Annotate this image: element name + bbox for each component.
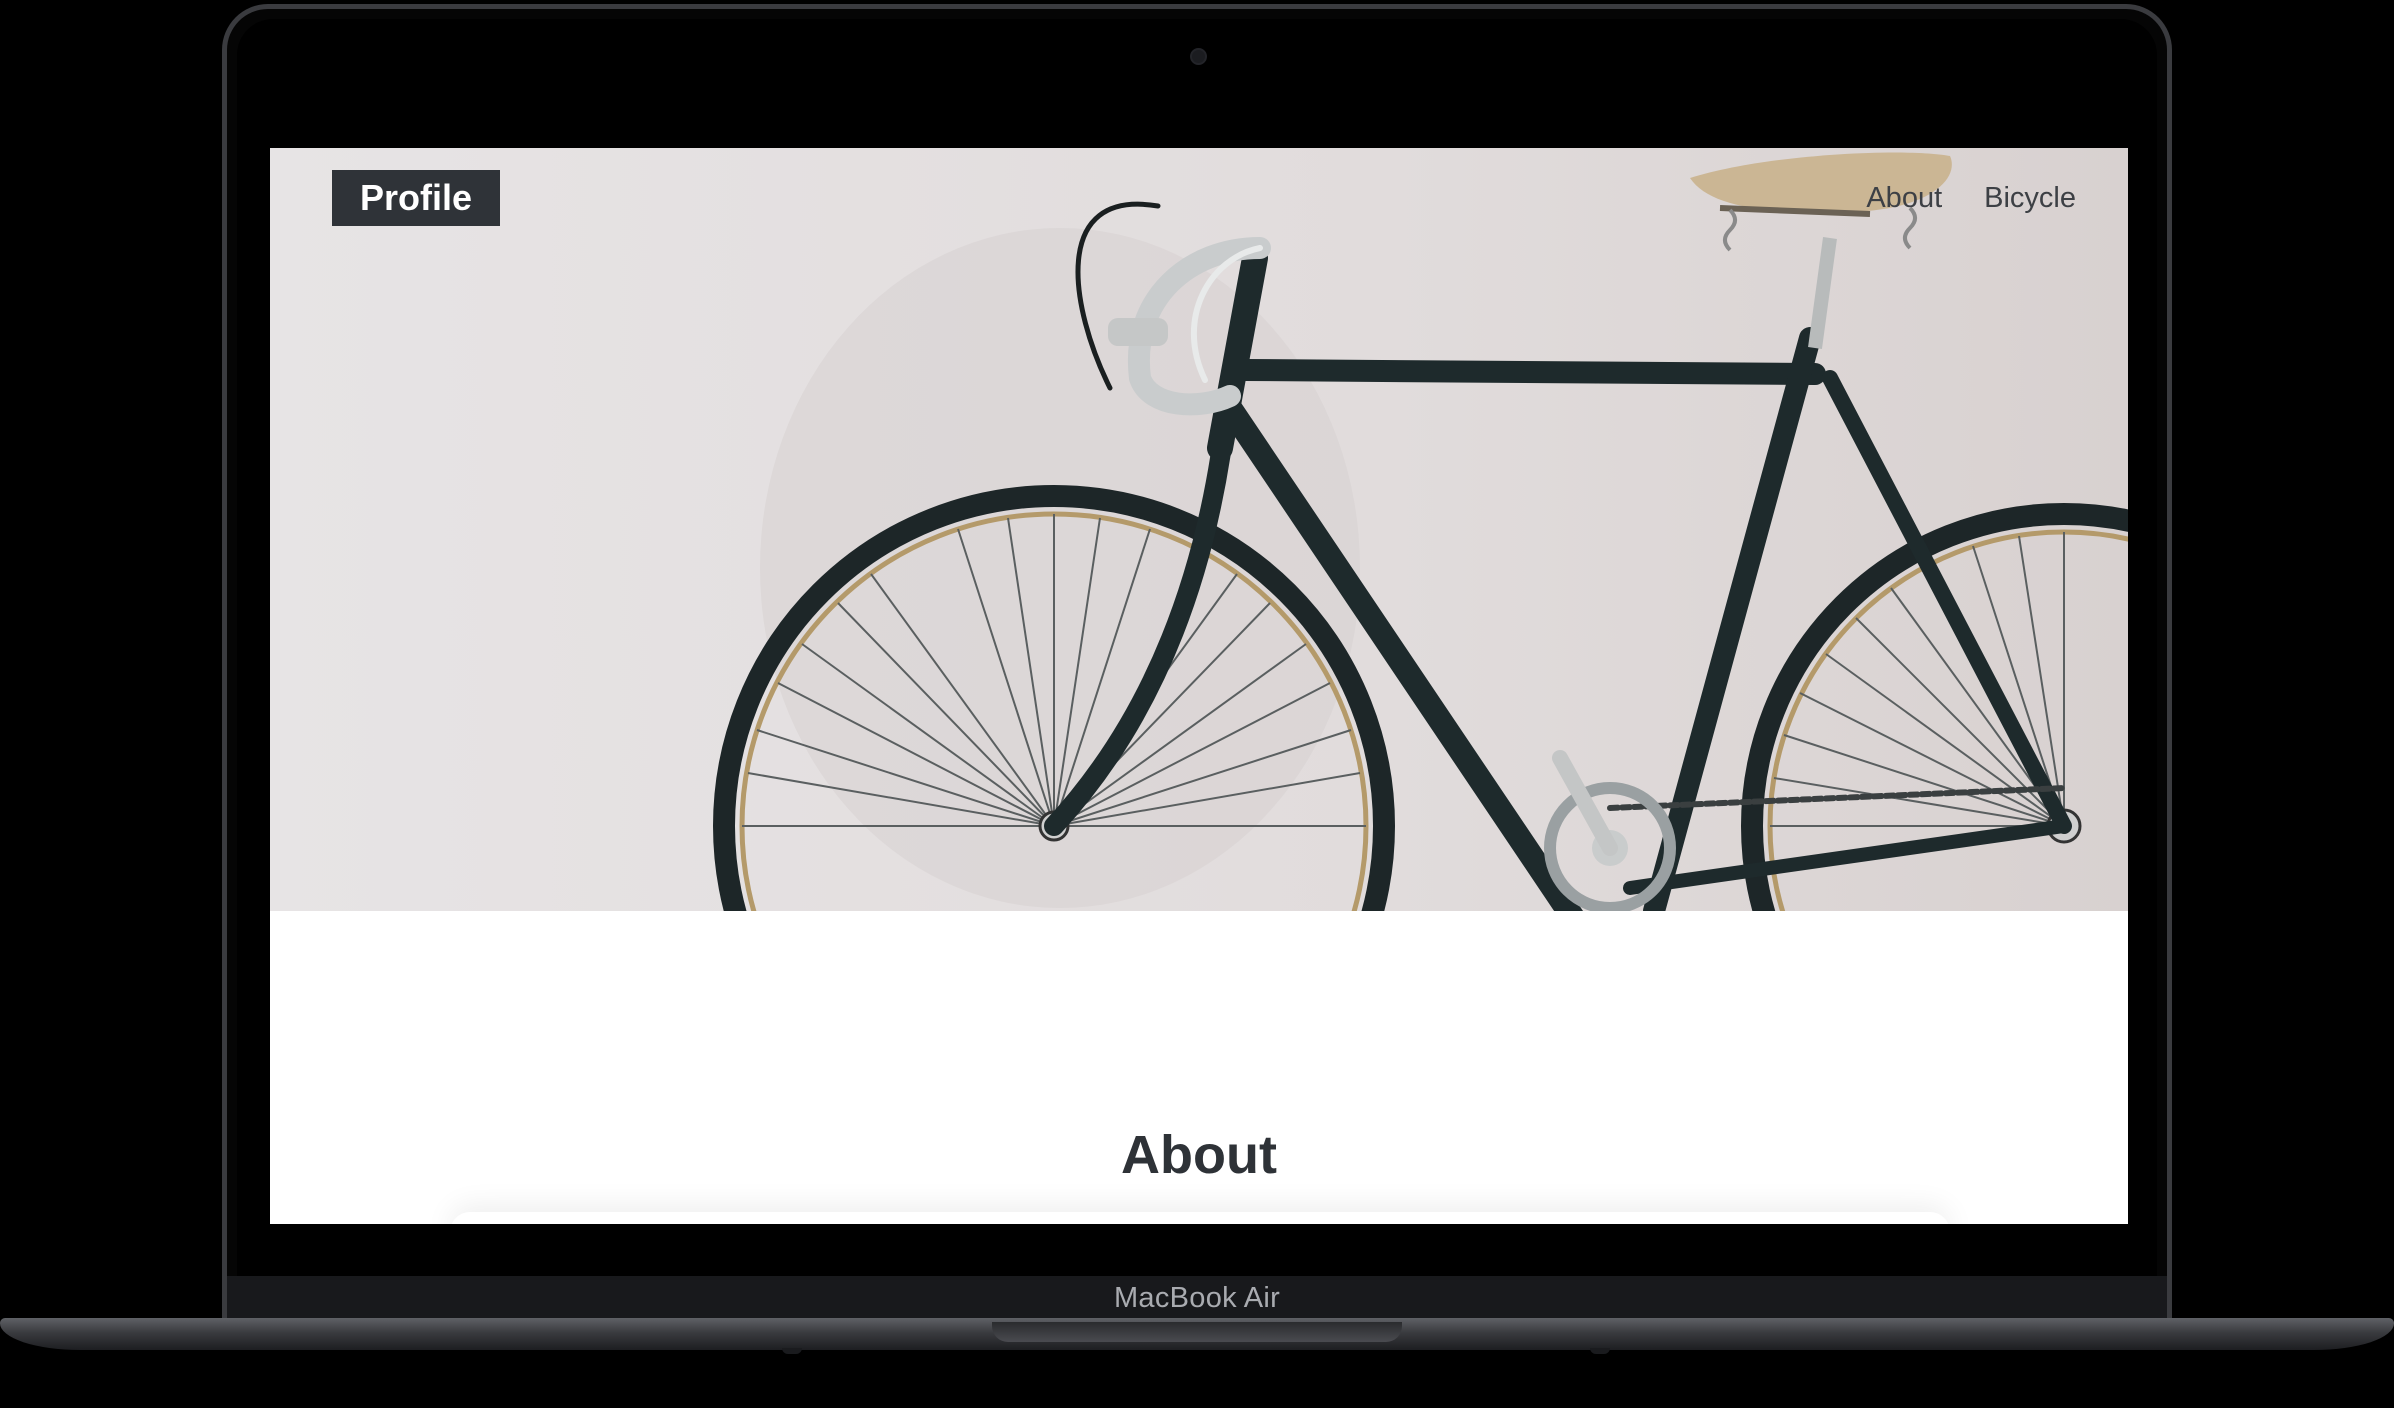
hero-banner: Profile About Bicycle — [270, 148, 2128, 911]
laptop-opening-notch — [992, 1322, 1402, 1342]
about-section-title: About — [1121, 1125, 1277, 1185]
laptop-foot-right — [1590, 1348, 1610, 1354]
browser-viewport: Profile About Bicycle About — [270, 148, 2128, 1224]
camera-icon — [1190, 48, 1207, 65]
nav-bicycle-link[interactable]: Bicycle — [1984, 178, 2076, 218]
bicycle-illustration — [270, 148, 2128, 911]
laptop-foot-left — [782, 1348, 802, 1354]
device-brand-label: MacBook Air — [1113, 1282, 1281, 1314]
nav-about-link[interactable]: About — [1866, 178, 1942, 218]
laptop-mockup: Profile About Bicycle About MacBook Air — [0, 0, 2394, 1408]
about-content-card — [450, 1212, 1950, 1224]
top-nav: About Bicycle — [1866, 178, 2076, 218]
site-logo[interactable]: Profile — [332, 170, 501, 226]
